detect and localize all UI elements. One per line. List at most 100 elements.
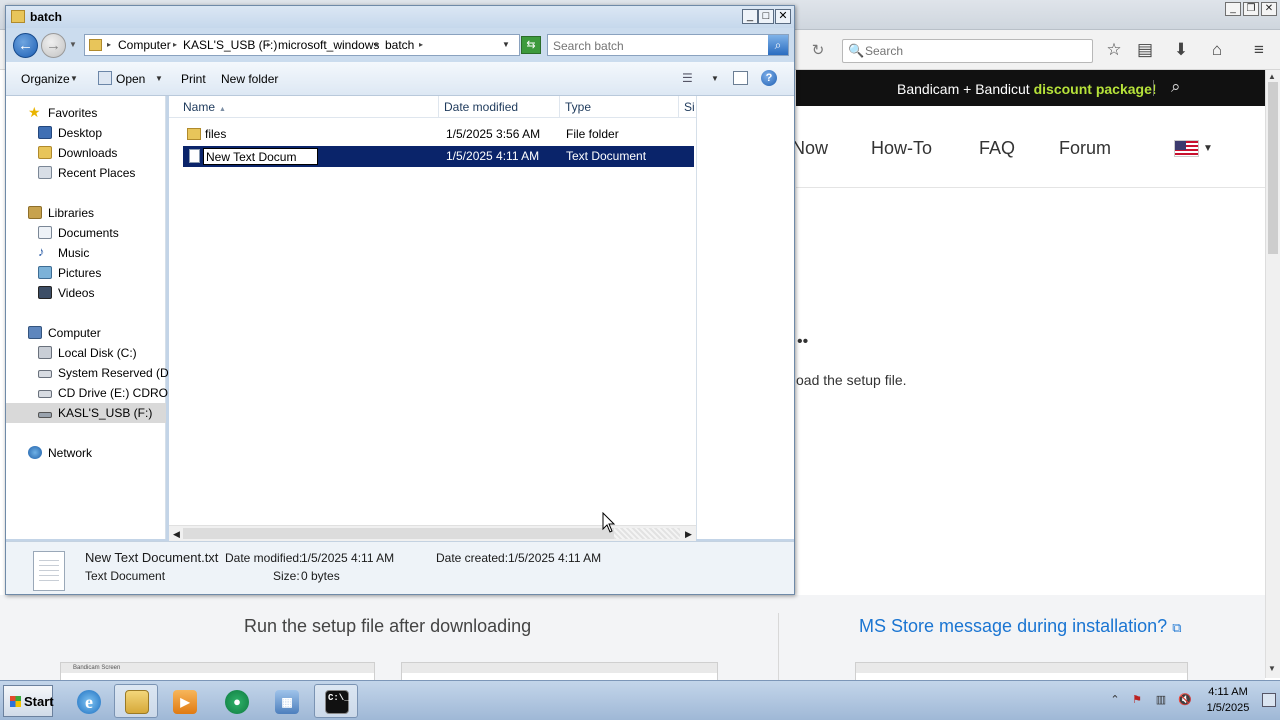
- file-row-selected[interactable]: 1/5/2025 4:11 AM Text Document: [183, 146, 694, 167]
- banner-text[interactable]: Bandicam + Bandicut discount package!: [897, 81, 1157, 97]
- command-prompt-icon[interactable]: C:\_: [314, 684, 358, 718]
- forward-button[interactable]: →: [41, 33, 66, 58]
- breadcrumb-usb-drive[interactable]: KASL'S_USB (F:): [183, 38, 277, 52]
- nav-pictures[interactable]: Pictures: [6, 263, 166, 283]
- change-view-icon[interactable]: ☰: [682, 71, 698, 85]
- ms-store-link[interactable]: MS Store message during installation? ⧉: [859, 616, 1181, 637]
- show-desktop-button[interactable]: [1262, 693, 1276, 707]
- scroll-up-arrow-icon[interactable]: ▲: [1268, 72, 1276, 81]
- nav-link-forum[interactable]: Forum: [1059, 138, 1111, 159]
- address-dropdown-icon[interactable]: ▼: [502, 40, 510, 49]
- nav-system-reserved-d[interactable]: System Reserved (D:): [6, 363, 176, 383]
- nav-computer[interactable]: Computer: [6, 323, 166, 343]
- explorer-titlebar[interactable]: batch _ □ ✕: [6, 6, 794, 28]
- chevron-right-icon[interactable]: ▸: [419, 40, 423, 49]
- maximize-button[interactable]: □: [758, 9, 774, 24]
- file-row[interactable]: files 1/5/2025 3:56 AM File folder: [183, 124, 694, 145]
- reading-list-icon[interactable]: ▤: [1134, 39, 1156, 61]
- browser-search-box[interactable]: 🔍: [842, 39, 1093, 63]
- site-search-icon[interactable]: ⌕: [1171, 77, 1181, 97]
- internet-explorer-icon[interactable]: e: [66, 684, 110, 718]
- browser-minimize-button[interactable]: _: [1225, 2, 1241, 16]
- chevron-down-icon[interactable]: ▼: [70, 74, 78, 83]
- action-center-icon[interactable]: ⚑: [1130, 693, 1144, 707]
- nav-desktop[interactable]: Desktop: [6, 123, 166, 143]
- media-player-icon[interactable]: ▶: [162, 684, 206, 718]
- start-button[interactable]: Start: [3, 685, 54, 717]
- browser-restore-button[interactable]: ❐: [1243, 2, 1259, 16]
- nav-recent-places[interactable]: Recent Places: [6, 163, 166, 183]
- nav-libraries[interactable]: Libraries: [6, 203, 166, 223]
- new-folder-button[interactable]: New folder: [221, 72, 278, 86]
- organize-button[interactable]: Organize: [21, 72, 70, 86]
- download-icon[interactable]: ⬇: [1170, 39, 1192, 61]
- recent-pages-dropdown[interactable]: ▼: [69, 40, 77, 49]
- nav-cd-drive-e[interactable]: CD Drive (E:) CDROM: [6, 383, 178, 403]
- browser-search-input[interactable]: [865, 43, 1085, 59]
- nav-usb-drive-f[interactable]: KASL'S_USB (F:): [6, 403, 166, 423]
- reload-icon[interactable]: ↻: [806, 40, 830, 62]
- chevron-down-icon[interactable]: ▼: [1203, 143, 1213, 154]
- preview-pane-icon[interactable]: [733, 71, 748, 85]
- column-size[interactable]: Si: [679, 96, 696, 118]
- print-button[interactable]: Print: [181, 72, 206, 86]
- clock-time[interactable]: 4:11 AM: [1200, 686, 1256, 698]
- explorer-search-input[interactable]: [553, 38, 763, 53]
- breadcrumb-microsoft-windows[interactable]: microsoft_windows: [278, 38, 379, 52]
- nav-music[interactable]: ♪ Music: [6, 243, 166, 263]
- scrollbar-thumb[interactable]: [1268, 82, 1278, 254]
- scrollbar-track[interactable]: [614, 528, 680, 539]
- scroll-left-arrow-icon[interactable]: ◀: [173, 529, 180, 540]
- chevron-down-icon[interactable]: ▼: [711, 74, 719, 83]
- open-button[interactable]: Open: [116, 72, 145, 86]
- scrollbar-thumb[interactable]: [183, 528, 614, 539]
- help-icon[interactable]: ?: [761, 70, 777, 86]
- us-flag-icon[interactable]: [1174, 140, 1199, 157]
- search-icon[interactable]: ⌕: [768, 35, 788, 55]
- clock-date[interactable]: 1/5/2025: [1200, 702, 1256, 714]
- close-button[interactable]: ✕: [775, 9, 791, 24]
- back-button[interactable]: ←: [13, 33, 38, 58]
- bandicam-icon[interactable]: ●: [214, 684, 258, 718]
- minimize-button[interactable]: _: [742, 9, 758, 24]
- horizontal-scrollbar[interactable]: ◀ ▶: [169, 525, 696, 541]
- nav-downloads[interactable]: Downloads: [6, 143, 166, 163]
- details-pane: New Text Document.txt Date modified: 1/5…: [6, 541, 794, 594]
- browser-vertical-scrollbar[interactable]: ▲ ▼: [1265, 70, 1280, 678]
- scroll-right-arrow-icon[interactable]: ▶: [685, 529, 692, 540]
- explorer-search-box[interactable]: ⌕: [547, 34, 789, 56]
- bookmark-star-icon[interactable]: ☆: [1103, 39, 1125, 61]
- nav-link-now[interactable]: Now: [792, 138, 828, 159]
- nav-local-disk-c[interactable]: Local Disk (C:): [6, 343, 166, 363]
- nav-link-how-to[interactable]: How-To: [871, 138, 932, 159]
- breadcrumb-computer[interactable]: Computer: [118, 38, 171, 52]
- chevron-right-icon[interactable]: ▸: [267, 40, 271, 49]
- nav-documents[interactable]: Documents: [6, 223, 166, 243]
- home-icon[interactable]: ⌂: [1206, 39, 1228, 61]
- refresh-button[interactable]: ⇆: [521, 36, 541, 54]
- open-icon[interactable]: [98, 71, 112, 85]
- address-bar[interactable]: ▸ Computer ▸ KASL'S_USB (F:) ▸ microsoft…: [84, 34, 520, 56]
- chevron-down-icon[interactable]: ▼: [155, 74, 163, 83]
- control-panel-icon[interactable]: ▦: [264, 684, 308, 718]
- nav-videos[interactable]: Videos: [6, 283, 166, 303]
- nav-network[interactable]: Network: [6, 443, 166, 463]
- network-tray-icon[interactable]: ▥: [1154, 693, 1168, 707]
- chevron-right-icon[interactable]: ▸: [107, 40, 111, 49]
- breadcrumb-batch[interactable]: batch: [385, 38, 414, 52]
- column-type[interactable]: Type: [560, 96, 679, 118]
- text-document-icon: [33, 551, 65, 591]
- chevron-right-icon[interactable]: ▸: [173, 40, 177, 49]
- scroll-down-arrow-icon[interactable]: ▼: [1268, 664, 1276, 673]
- volume-muted-icon[interactable]: 🔇: [1178, 693, 1192, 707]
- nav-favorites[interactable]: ★ Favorites: [6, 103, 166, 123]
- column-date-modified[interactable]: Date modified: [439, 96, 560, 118]
- nav-link-faq[interactable]: FAQ: [979, 138, 1015, 159]
- file-explorer-icon[interactable]: [114, 684, 158, 718]
- show-hidden-icons-icon[interactable]: ⌃: [1108, 693, 1122, 707]
- column-name[interactable]: Name ▲: [178, 96, 439, 118]
- menu-icon[interactable]: ≡: [1248, 39, 1270, 61]
- rename-input[interactable]: [203, 148, 318, 165]
- chevron-right-icon[interactable]: ▸: [375, 40, 379, 49]
- browser-close-button[interactable]: ✕: [1261, 2, 1277, 16]
